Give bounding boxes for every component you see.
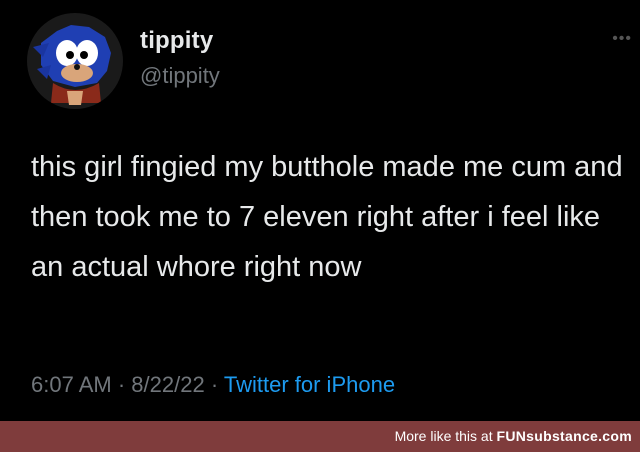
watermark-prefix: More like this at [394,428,497,444]
tweet-time[interactable]: 6:07 AM [31,372,112,397]
sonic-avatar-icon [33,25,111,105]
tweet-text: this girl fingied my butthole made me cu… [31,151,623,283]
watermark-text[interactable]: More like this at FUNsubstance.com [395,428,632,444]
user-handle[interactable]: @tippity [140,63,220,89]
avatar[interactable] [27,13,123,109]
watermark-brand: FUNsubstance.com [496,428,632,444]
meta-separator: · [117,372,126,397]
tweet-card: tippity @tippity ••• this girl fingied m… [0,0,640,421]
tweet-meta: 6:07 AM · 8/22/22 · Twitter for iPhone [31,372,395,398]
more-horizontal-icon[interactable]: ••• [612,30,632,48]
meta-separator: · [210,372,219,397]
tweet-source[interactable]: Twitter for iPhone [224,372,395,397]
watermark-bar: More like this at FUNsubstance.com [0,421,640,452]
display-name[interactable]: tippity [140,27,213,55]
tweet-date[interactable]: 8/22/22 [131,372,204,397]
